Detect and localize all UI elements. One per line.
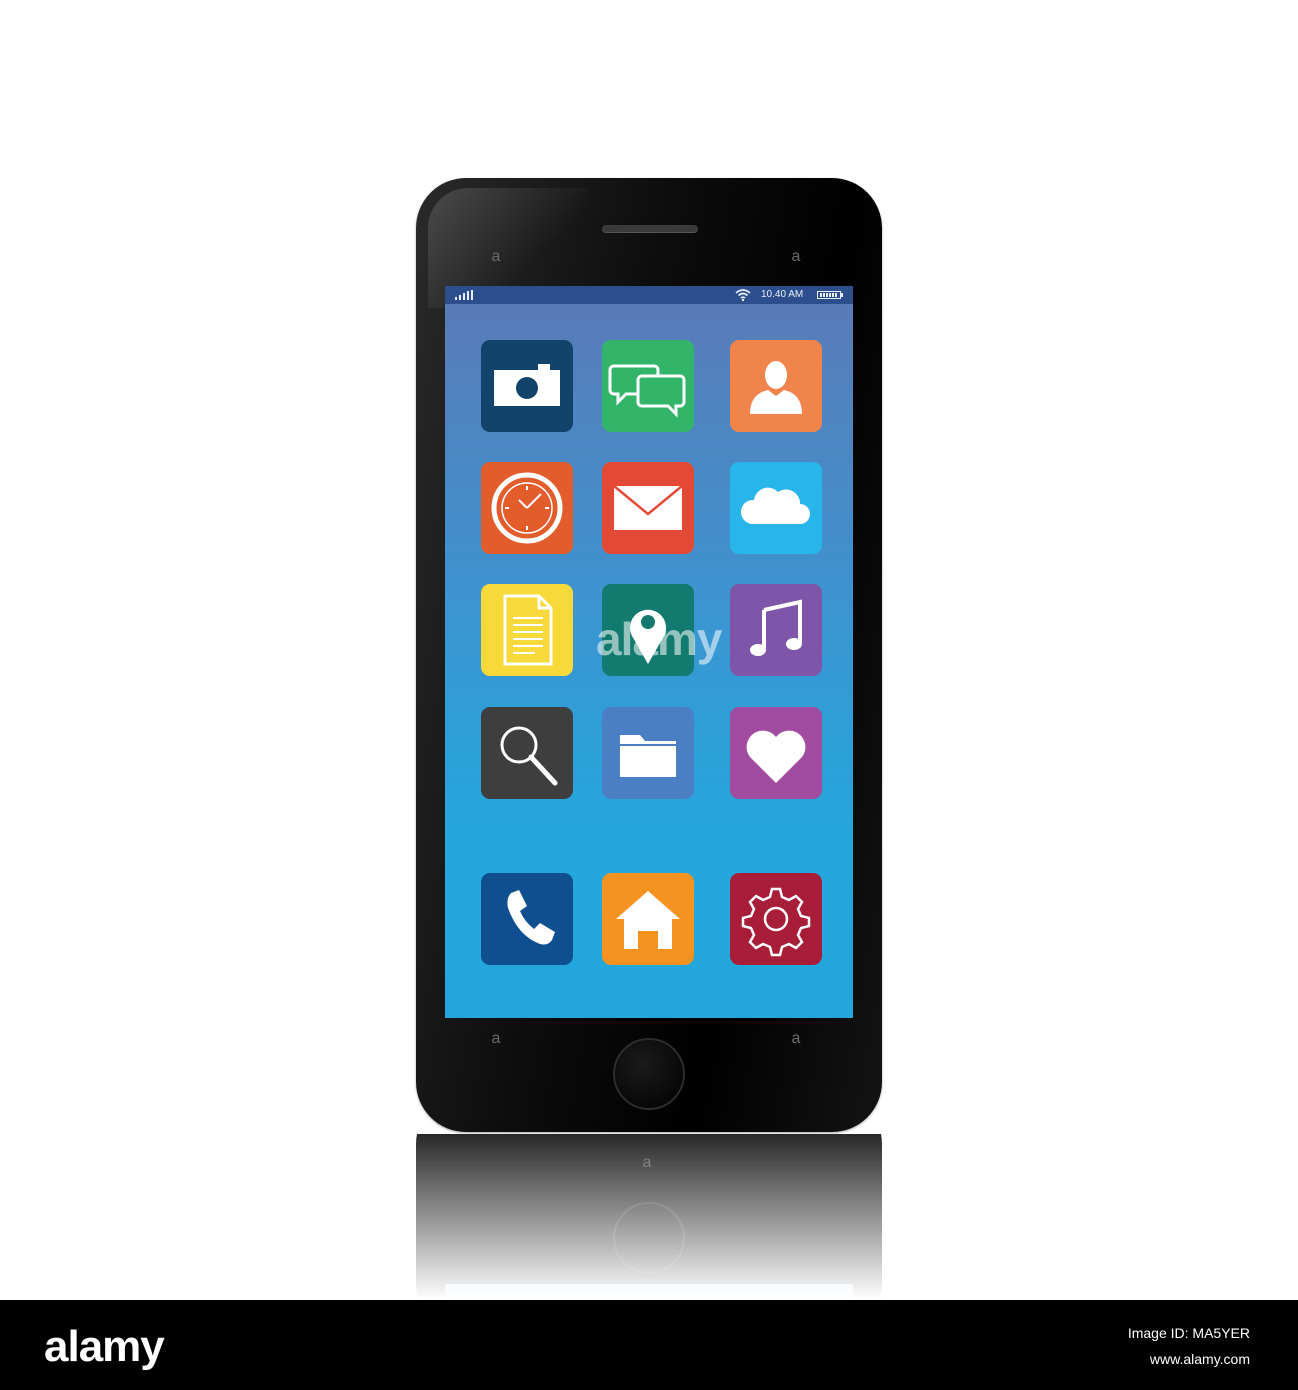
image-id: Image ID: MA5YER [1127, 1325, 1250, 1341]
signal-strength-icon [455, 290, 475, 300]
watermark-glyph-icon: a [791, 248, 801, 265]
app-cloud[interactable] [730, 462, 822, 554]
watermark-glyph-icon: a [491, 248, 501, 265]
earpiece-speaker [602, 225, 698, 233]
app-mail[interactable] [602, 462, 694, 554]
clock-icon [491, 472, 563, 544]
battery-icon [817, 291, 841, 299]
dock-settings[interactable] [730, 873, 822, 965]
dock-phone[interactable] [481, 873, 573, 965]
dock-home[interactable] [602, 873, 694, 965]
document-icon [503, 594, 553, 666]
watermark-glyph-icon: a [791, 1030, 801, 1047]
envelope-icon [613, 485, 683, 530]
person-icon [750, 361, 802, 414]
wifi-icon [735, 289, 751, 302]
footer-logo: alamy [44, 1322, 165, 1371]
status-bar: 10.40 AM [445, 286, 853, 304]
gear-icon [741, 887, 811, 957]
footer-bar: alamy Image ID: MA5YER www.alamy.com [0, 1300, 1298, 1390]
app-search[interactable] [481, 707, 573, 799]
home-screen: 10.40 AM alamy [445, 286, 853, 1018]
app-notes[interactable] [481, 584, 573, 676]
smartphone: a a a a 10.40 AM alamy [416, 178, 882, 1132]
reflection-home-button [613, 1202, 685, 1274]
app-messages[interactable] [602, 340, 694, 432]
watermark-text: alamy [596, 613, 722, 665]
site-url: www.alamy.com [1149, 1351, 1250, 1367]
watermark-glyph-icon: a [491, 1030, 501, 1047]
music-note-icon [750, 599, 802, 656]
app-contacts[interactable] [730, 340, 822, 432]
house-icon [616, 891, 680, 949]
app-music[interactable] [730, 584, 822, 676]
camera-icon [494, 364, 560, 406]
watermark-glyph-icon: a [642, 1154, 652, 1171]
battery-cap [841, 293, 843, 297]
home-button[interactable] [613, 1038, 685, 1110]
footer-info: Image ID: MA5YER www.alamy.com [1128, 1320, 1250, 1372]
heart-icon [746, 730, 806, 783]
reflection-screen [445, 1284, 853, 1300]
chat-bubbles-icon [608, 364, 686, 418]
folder-icon [620, 735, 676, 777]
scene: a a a a 10.40 AM alamy a [0, 0, 1298, 1300]
app-camera[interactable] [481, 340, 573, 432]
cloud-icon [740, 487, 810, 524]
magnifier-icon [500, 726, 558, 786]
app-clock[interactable] [481, 462, 573, 554]
phone-handset-icon [507, 890, 555, 945]
status-time: 10.40 AM [761, 289, 804, 300]
app-favorites[interactable] [730, 707, 822, 799]
app-files[interactable] [602, 707, 694, 799]
phone-reflection: a [416, 1134, 882, 1300]
